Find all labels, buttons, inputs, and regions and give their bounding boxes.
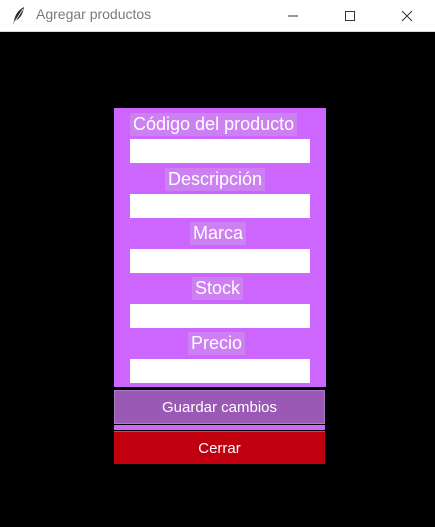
window-title: Agregar productos <box>36 6 152 22</box>
maximize-icon <box>345 11 355 21</box>
minimize-button[interactable] <box>264 0 322 32</box>
save-changes-button[interactable]: Guardar cambios <box>114 390 325 424</box>
product-form-panel: Código del producto Descripción Marca St… <box>114 108 326 387</box>
stock-input[interactable] <box>130 304 310 328</box>
description-label: Descripción <box>165 168 266 191</box>
minimize-icon <box>288 15 298 17</box>
feather-icon <box>11 6 27 26</box>
title-bar[interactable]: Agregar productos <box>0 0 435 32</box>
price-input[interactable] <box>130 359 310 383</box>
brand-label: Marca <box>190 222 247 245</box>
close-icon <box>401 10 413 22</box>
brand-input[interactable] <box>130 249 310 273</box>
product-code-input[interactable] <box>130 139 310 163</box>
description-input[interactable] <box>130 194 310 218</box>
product-code-label: Código del producto <box>130 113 298 136</box>
stock-label: Stock <box>192 277 244 300</box>
button-divider <box>114 425 325 430</box>
price-label: Precio <box>188 332 246 355</box>
close-window-button[interactable] <box>378 0 435 32</box>
maximize-button[interactable] <box>321 0 379 32</box>
close-button[interactable]: Cerrar <box>114 431 325 464</box>
